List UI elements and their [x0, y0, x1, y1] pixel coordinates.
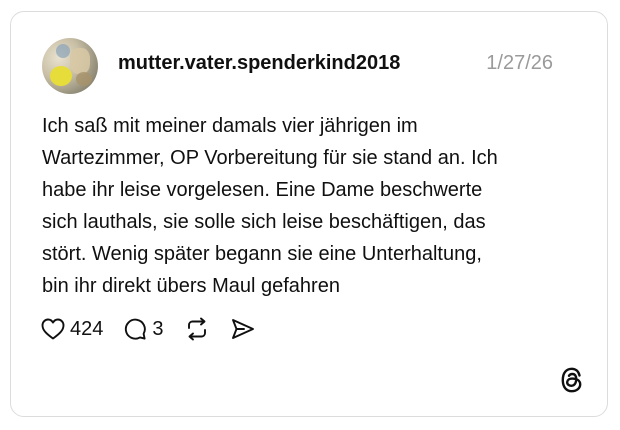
avatar[interactable] — [42, 38, 98, 94]
avatar-shape — [56, 44, 70, 58]
like-count: 424 — [70, 317, 104, 340]
avatar-shape — [76, 72, 92, 86]
reply-count: 3 — [152, 317, 164, 340]
post-body: Ich saß mit meiner damals vier jährigen … — [42, 110, 582, 302]
post-body-line: bin ihr direkt übers Maul gefahren — [42, 275, 340, 297]
heart-icon — [41, 318, 65, 340]
share-button[interactable] — [230, 317, 256, 341]
avatar-shape — [70, 48, 90, 74]
post-body-line: sich lauthals, sie solle sich leise besc… — [42, 211, 486, 233]
post-date: 1/27/26 — [486, 52, 553, 74]
post-body-line: habe ihr leise vorgelesen. Eine Dame bes… — [42, 179, 483, 201]
username[interactable]: mutter.vater.spenderkind2018 — [118, 52, 400, 75]
reply-button[interactable]: 3 — [123, 317, 164, 341]
action-bar: 424 3 — [41, 316, 276, 342]
post-body-line: stört. Wenig später begann sie eine Unte… — [42, 243, 482, 265]
avatar-shape — [50, 66, 72, 86]
comment-icon — [125, 318, 147, 340]
threads-logo-icon[interactable] — [559, 366, 585, 394]
post-body-line: Ich saß mit meiner damals vier jährigen … — [42, 115, 418, 137]
repost-button[interactable] — [184, 317, 210, 341]
like-button[interactable]: 424 — [41, 318, 103, 341]
post-card: mutter.vater.spenderkind2018 1/27/26 Ich… — [10, 11, 608, 417]
send-icon — [231, 319, 254, 339]
repost-icon — [187, 317, 206, 341]
post-body-line: Wartezimmer, OP Vorbereitung für sie sta… — [42, 147, 498, 169]
